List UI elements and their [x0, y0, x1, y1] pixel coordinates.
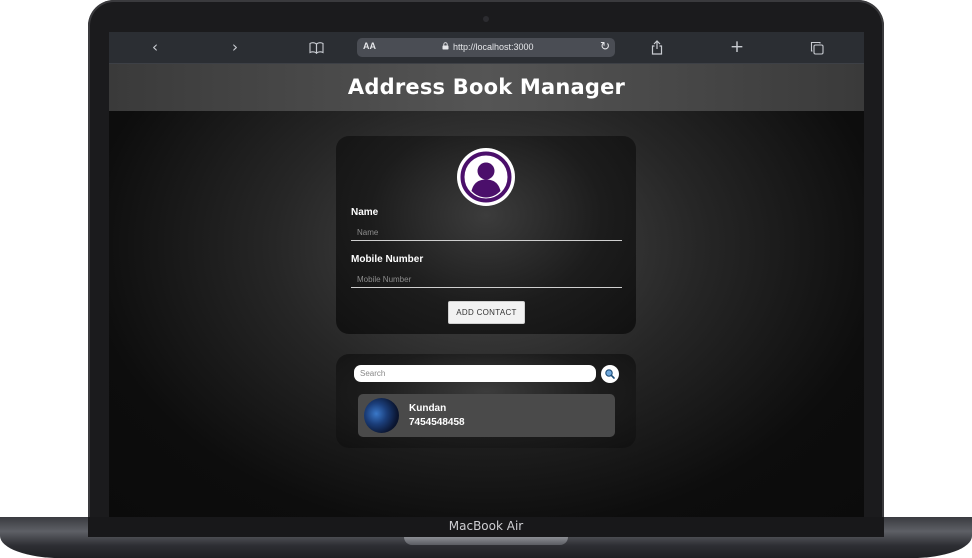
camera-dot: [483, 16, 489, 22]
plus-icon[interactable]: +: [726, 38, 748, 57]
app-header: Address Book Manager: [109, 64, 864, 111]
mobile-label: Mobile Number: [351, 254, 424, 265]
avatar: [457, 148, 515, 206]
search-icon: [605, 369, 615, 379]
share-icon[interactable]: [646, 38, 668, 57]
mobile-number-input[interactable]: [351, 272, 622, 288]
lock-icon: [442, 42, 449, 50]
chevron-right-icon[interactable]: ›: [224, 38, 246, 57]
name-input[interactable]: [351, 225, 622, 241]
name-label: Name: [351, 207, 379, 218]
search-input[interactable]: [354, 365, 596, 382]
contact-name: Kundan: [409, 403, 447, 414]
reload-icon[interactable]: ↻: [600, 39, 610, 53]
web-page: Address Book Manager Name Mobile Number …: [109, 64, 864, 517]
book-icon[interactable]: [305, 38, 327, 57]
laptop-notch: [404, 537, 568, 545]
user-circle-icon: [460, 151, 512, 203]
url-text: http://localhost:3000: [453, 42, 534, 52]
device-label: MacBook Air: [448, 519, 524, 533]
chevron-left-icon[interactable]: ‹: [144, 38, 166, 57]
contact-list-item[interactable]: Kundan 7454548458: [358, 394, 615, 437]
add-contact-form: Name Mobile Number ADD CONTACT: [336, 136, 636, 334]
add-contact-button[interactable]: ADD CONTACT: [448, 301, 525, 324]
browser-toolbar: ‹ › AA http://localhost:3000 ↻ +: [109, 32, 864, 64]
search-button[interactable]: [601, 365, 619, 383]
page-title: Address Book Manager: [347, 75, 626, 99]
contact-phone: 7454548458: [409, 417, 465, 428]
text-size-button[interactable]: AA: [363, 41, 376, 51]
address-bar[interactable]: AA http://localhost:3000 ↻: [357, 38, 615, 57]
tabs-icon[interactable]: [806, 38, 828, 57]
contacts-panel: Kundan 7454548458: [336, 354, 636, 448]
screen: ‹ › AA http://localhost:3000 ↻ + Address…: [109, 32, 864, 517]
contact-avatar: [364, 398, 399, 433]
